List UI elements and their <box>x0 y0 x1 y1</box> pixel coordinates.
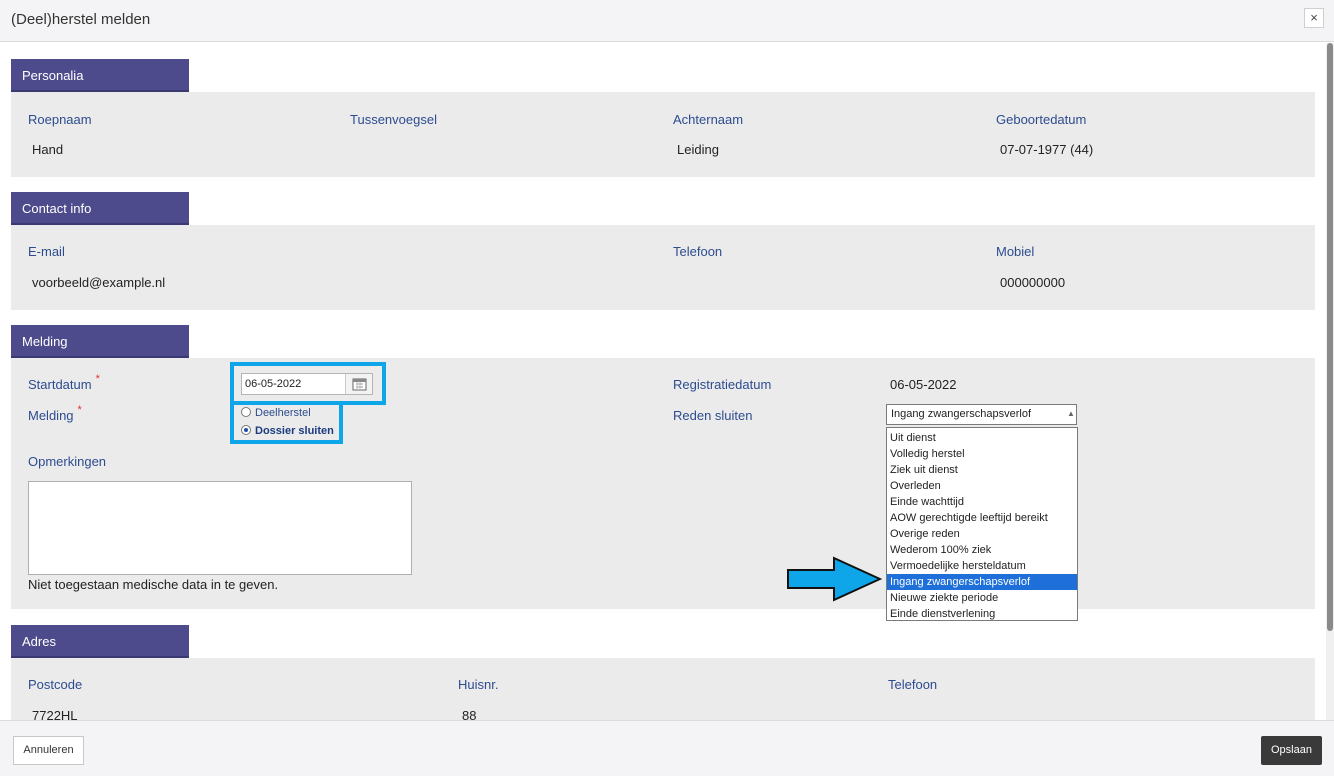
dropdown-option[interactable]: Overige reden <box>887 526 1077 542</box>
telefoon-label: Telefoon <box>673 244 723 259</box>
opmerkingen-textarea[interactable] <box>28 481 412 575</box>
section-contact-body <box>11 225 1315 310</box>
dropdown-option[interactable]: Uit dienst <box>887 430 1077 446</box>
radio-dossier-sluiten[interactable]: Dossier sluiten <box>241 425 334 437</box>
dropdown-option[interactable]: Einde wachttijd <box>887 494 1077 510</box>
roepnaam-label: Roepnaam <box>28 112 92 127</box>
section-personalia-body <box>11 92 1315 177</box>
medical-data-hint: Niet toegestaan medische data in te geve… <box>28 577 279 592</box>
section-melding-header: Melding <box>11 325 189 358</box>
radio-icon <box>241 407 251 418</box>
close-button[interactable]: × <box>1304 8 1324 28</box>
geboortedatum-value: 07-07-1977 (44) <box>1000 142 1094 157</box>
reden-sluiten-label: Reden sluiten <box>673 408 753 423</box>
adres-telefoon-label: Telefoon <box>888 677 938 692</box>
modal-title: (Deel)herstel melden <box>11 11 151 28</box>
email-label: E-mail <box>28 244 65 259</box>
radio-dossier-sluiten-label: Dossier sluiten <box>255 425 334 437</box>
dropdown-option[interactable]: Ziek uit dienst <box>887 462 1077 478</box>
dropdown-option[interactable]: Wederom 100% ziek <box>887 542 1077 558</box>
section-adres-header: Adres <box>11 625 189 658</box>
required-marker: * <box>95 373 100 385</box>
required-marker: * <box>77 404 82 416</box>
email-value: voorbeeld@example.nl <box>32 275 166 290</box>
scrollbar[interactable] <box>1326 43 1334 720</box>
scrollbar-thumb[interactable] <box>1327 43 1333 631</box>
dropdown-option[interactable]: AOW gerechtigde leeftijd bereikt <box>887 510 1077 526</box>
huisnr-label: Huisnr. <box>458 677 499 692</box>
dropdown-option-selected[interactable]: Ingang zwangerschapsverlof <box>887 574 1077 590</box>
modal-footer <box>0 720 1334 776</box>
modal-header: (Deel)herstel melden × <box>0 0 1334 42</box>
radio-checked-icon <box>241 425 251 436</box>
startdatum-label: Startdatum * <box>28 373 100 392</box>
melding-label-text: Melding <box>28 408 74 423</box>
section-personalia-header: Personalia <box>11 59 189 92</box>
save-button[interactable]: Opslaan <box>1261 736 1322 765</box>
calendar-button[interactable] <box>345 374 372 394</box>
achternaam-value: Leiding <box>677 142 719 157</box>
mobiel-value: 000000000 <box>1000 275 1066 290</box>
radio-deelherstel-label: Deelherstel <box>255 407 311 419</box>
cancel-button[interactable]: Annuleren <box>13 736 84 765</box>
dropdown-option[interactable]: Volledig herstel <box>887 446 1077 462</box>
geboortedatum-label: Geboortedatum <box>996 112 1087 127</box>
radio-deelherstel[interactable]: Deelherstel <box>241 407 311 419</box>
dropdown-option[interactable]: Nieuwe ziekte periode <box>887 590 1077 606</box>
select-arrows-icon: ▲ <box>1067 409 1075 418</box>
postcode-label: Postcode <box>28 677 83 692</box>
annotation-arrow-icon <box>787 556 882 602</box>
achternaam-label: Achternaam <box>673 112 744 127</box>
section-adres-body <box>11 658 1315 720</box>
section-contact-header: Contact info <box>11 192 189 225</box>
registratiedatum-value: 06-05-2022 <box>890 377 957 392</box>
melding-label: Melding * <box>28 404 82 423</box>
registratiedatum-label: Registratiedatum <box>673 377 772 392</box>
dropdown-option[interactable]: Overleden <box>887 478 1077 494</box>
dropdown-option[interactable]: Einde dienstverlening <box>887 606 1077 622</box>
roepnaam-value: Hand <box>32 142 64 157</box>
startdatum-label-text: Startdatum <box>28 377 92 392</box>
dropdown-option[interactable]: Vermoedelijke hersteldatum <box>887 558 1077 574</box>
reden-sluiten-select[interactable]: Ingang zwangerschapsverlof <box>886 404 1077 425</box>
mobiel-label: Mobiel <box>996 244 1035 259</box>
tussenvoegsel-label: Tussenvoegsel <box>350 112 437 127</box>
opmerkingen-label: Opmerkingen <box>28 454 107 469</box>
calendar-icon <box>352 378 367 391</box>
reden-sluiten-dropdown[interactable]: Uit dienst Volledig herstel Ziek uit die… <box>886 427 1078 621</box>
